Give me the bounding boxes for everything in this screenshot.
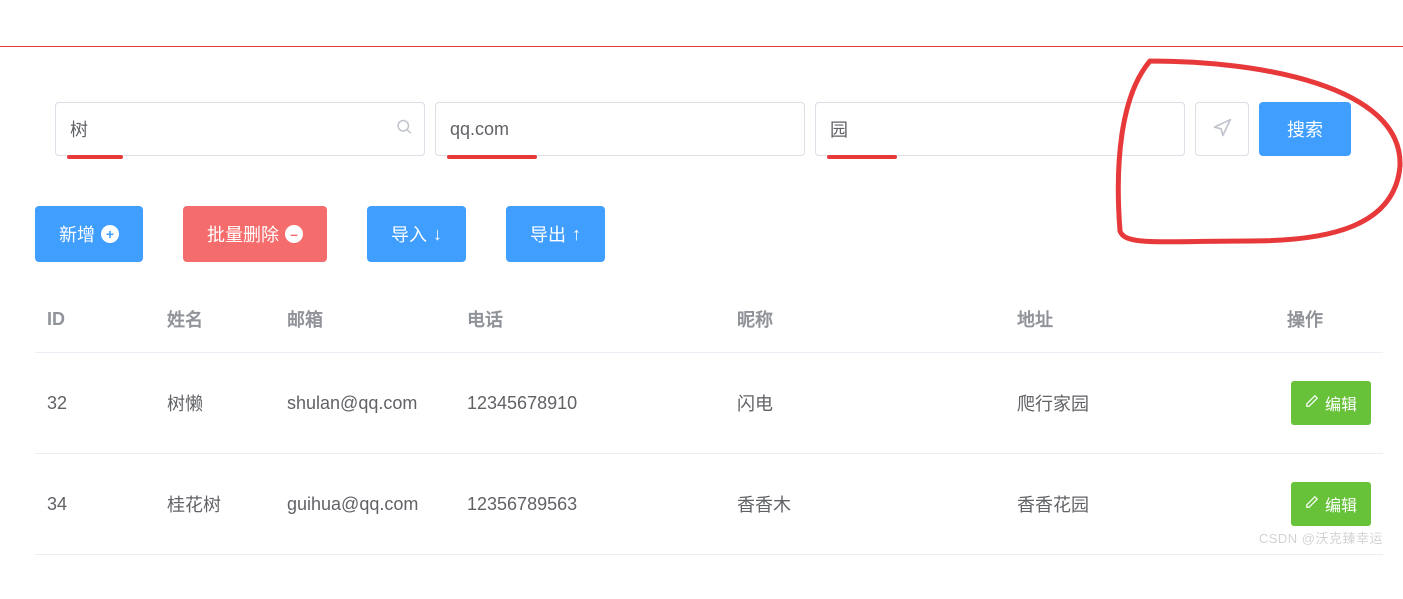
watermark: CSDN @沃克臻幸运 bbox=[1259, 528, 1383, 547]
cell-phone: 12345678910 bbox=[455, 353, 725, 454]
arrow-down-icon: ↓ bbox=[433, 224, 442, 245]
cell-address: 爬行家园 bbox=[1005, 353, 1275, 454]
locate-button[interactable] bbox=[1195, 102, 1249, 156]
cell-name: 桂花树 bbox=[155, 454, 275, 555]
minus-icon: – bbox=[285, 225, 303, 243]
name-input[interactable] bbox=[55, 102, 425, 156]
cell-id: 32 bbox=[35, 353, 155, 454]
import-button[interactable]: 导入 ↓ bbox=[367, 206, 466, 262]
search-button-label: 搜索 bbox=[1287, 116, 1323, 142]
table-header-row: ID 姓名 邮箱 电话 昵称 地址 操作 bbox=[35, 286, 1383, 353]
add-button-label: 新增 bbox=[59, 221, 95, 247]
edit-button[interactable]: 编辑 bbox=[1291, 381, 1371, 425]
plus-icon: + bbox=[101, 225, 119, 243]
edit-icon bbox=[1305, 394, 1319, 413]
header-id: ID bbox=[35, 286, 155, 353]
cell-email: shulan@qq.com bbox=[275, 353, 455, 454]
header-email: 邮箱 bbox=[275, 286, 455, 353]
edit-button-label: 编辑 bbox=[1325, 492, 1357, 516]
cell-address: 香香花园 bbox=[1005, 454, 1275, 555]
export-button[interactable]: 导出 ↑ bbox=[506, 206, 605, 262]
edit-icon bbox=[1305, 495, 1319, 514]
navigate-icon bbox=[1212, 118, 1232, 141]
toolbar: 新增 + 批量删除 – 导入 ↓ 导出 ↑ bbox=[35, 206, 1383, 262]
add-button[interactable]: 新增 + bbox=[35, 206, 143, 262]
header-phone: 电话 bbox=[455, 286, 725, 353]
batch-delete-label: 批量删除 bbox=[207, 221, 279, 247]
header-op: 操作 bbox=[1275, 286, 1383, 353]
table-row: 34 桂花树 guihua@qq.com 12356789563 香香木 香香花… bbox=[35, 454, 1383, 555]
annotation-underline bbox=[447, 155, 537, 159]
header-address: 地址 bbox=[1005, 286, 1275, 353]
arrow-up-icon: ↑ bbox=[572, 224, 581, 245]
email-input[interactable] bbox=[435, 102, 805, 156]
import-button-label: 导入 bbox=[391, 221, 427, 247]
annotation-underline bbox=[67, 155, 123, 159]
search-row: 搜索 bbox=[55, 102, 1383, 156]
batch-delete-button[interactable]: 批量删除 – bbox=[183, 206, 327, 262]
address-input[interactable] bbox=[815, 102, 1185, 156]
export-button-label: 导出 bbox=[530, 221, 566, 247]
cell-id: 34 bbox=[35, 454, 155, 555]
data-table: ID 姓名 邮箱 电话 昵称 地址 操作 32 树懒 shulan@qq.com… bbox=[35, 286, 1383, 555]
search-button[interactable]: 搜索 bbox=[1259, 102, 1351, 156]
cell-phone: 12356789563 bbox=[455, 454, 725, 555]
edit-button-label: 编辑 bbox=[1325, 391, 1357, 415]
cell-name: 树懒 bbox=[155, 353, 275, 454]
header-name: 姓名 bbox=[155, 286, 275, 353]
cell-email: guihua@qq.com bbox=[275, 454, 455, 555]
edit-button[interactable]: 编辑 bbox=[1291, 482, 1371, 526]
annotation-underline bbox=[827, 155, 897, 159]
top-divider bbox=[0, 46, 1403, 47]
cell-nickname: 香香木 bbox=[725, 454, 1005, 555]
table-row: 32 树懒 shulan@qq.com 12345678910 闪电 爬行家园 … bbox=[35, 353, 1383, 454]
cell-nickname: 闪电 bbox=[725, 353, 1005, 454]
header-nickname: 昵称 bbox=[725, 286, 1005, 353]
